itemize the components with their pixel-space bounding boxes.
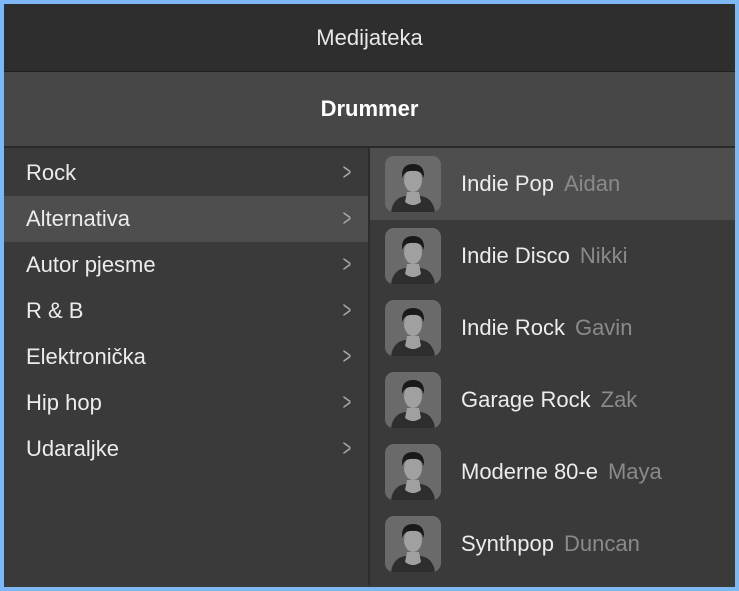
category-item-rnb[interactable]: R & B > (4, 288, 368, 334)
drummer-name: Gavin (574, 315, 633, 340)
drummer-genre: Garage Rock (461, 387, 591, 412)
drummer-name: Nikki (579, 243, 628, 268)
category-label: Rock (26, 160, 77, 185)
category-item-rock[interactable]: Rock > (4, 150, 368, 196)
category-label: R & B (26, 298, 84, 323)
drummer-name: Aidan (563, 171, 621, 196)
library-window: Medijateka Drummer Rock > Alternativa > Au… (4, 4, 735, 587)
drummer-genre: Indie Disco (461, 243, 570, 268)
chevron-right-icon: > (342, 159, 352, 186)
drummer-avatar-icon (385, 444, 441, 500)
drummer-name: Duncan (563, 531, 640, 556)
chevron-right-icon: > (342, 435, 352, 462)
drummer-avatar-icon (385, 228, 441, 284)
drummer-item[interactable]: Indie Pop Aidan (370, 148, 735, 220)
chevron-right-icon: > (342, 251, 352, 278)
category-item-udaraljke[interactable]: Udaraljke > (4, 426, 368, 472)
chevron-right-icon: > (342, 205, 352, 232)
drummer-header: Drummer (4, 72, 735, 148)
drummer-name: Zak (600, 387, 638, 412)
drummer-genre: Indie Rock (461, 315, 565, 340)
chevron-right-icon: > (342, 389, 352, 416)
category-label: Hip hop (26, 390, 102, 415)
drummer-avatar-icon (385, 372, 441, 428)
chevron-right-icon: > (342, 343, 352, 370)
category-label: Elektronička (26, 344, 146, 369)
category-item-hip-hop[interactable]: Hip hop > (4, 380, 368, 426)
category-item-alternativa[interactable]: Alternativa > (4, 196, 368, 242)
category-list: Rock > Alternativa > Autor pjesme > R & B > … (4, 148, 370, 585)
drummer-item[interactable]: Indie Rock Gavin (370, 292, 735, 364)
category-label: Udaraljke (26, 436, 119, 461)
category-item-autor-pjesme[interactable]: Autor pjesme > (4, 242, 368, 288)
drummer-item[interactable]: Indie Disco Nikki (370, 220, 735, 292)
drummer-name: Maya (607, 459, 662, 484)
category-item-elektronicka[interactable]: Elektronička > (4, 334, 368, 380)
drummer-genre: Synthpop (461, 531, 554, 556)
drummer-avatar-icon (385, 156, 441, 212)
drummer-avatar-icon (385, 300, 441, 356)
drummer-genre: Indie Pop (461, 171, 554, 196)
drummer-list: Indie Pop Aidan Indie Disco Nikki Indie Rock… (370, 148, 735, 585)
category-label: Alternativa (26, 206, 130, 231)
drummer-avatar-icon (385, 516, 441, 572)
category-label: Autor pjesme (26, 252, 156, 277)
library-title: Medijateka (4, 4, 735, 72)
drummer-item[interactable]: Garage Rock Zak (370, 364, 735, 436)
chevron-right-icon: > (342, 297, 352, 324)
drummer-item[interactable]: Moderne 80-e Maya (370, 436, 735, 508)
drummer-item[interactable]: Synthpop Duncan (370, 508, 735, 580)
drummer-genre: Moderne 80-e (461, 459, 598, 484)
